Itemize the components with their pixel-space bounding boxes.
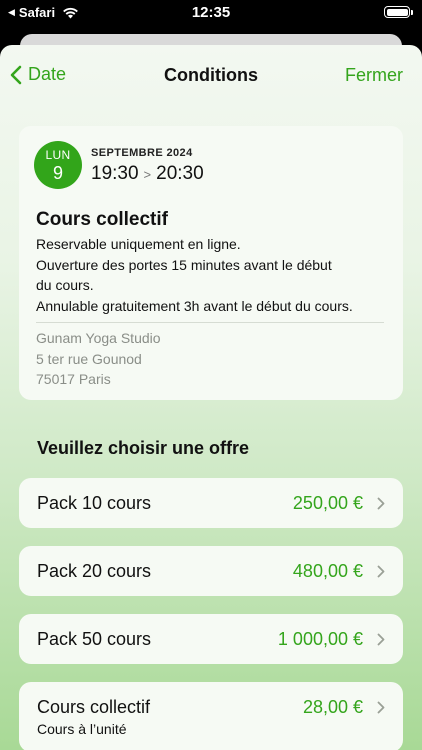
weekday-label: LUN <box>45 148 71 162</box>
offer-pack-10[interactable]: Pack 10 cours 250,00 € <box>19 478 403 528</box>
battery-icon <box>384 6 413 18</box>
address-street: 5 ter rue Gounod <box>36 350 142 367</box>
offer-price: 1 000,00 € <box>277 629 363 649</box>
status-bar: ◀ Safari 12:35 <box>0 0 422 32</box>
conditions-text: Reservable uniquement en ligne. Ouvertur… <box>36 234 396 316</box>
offer-price: 28,00 € <box>302 697 363 717</box>
time-range: 19:30 > 20:30 <box>91 163 204 185</box>
nav-bar: Date Conditions Fermer <box>0 45 422 109</box>
offer-price: 480,00 € <box>292 561 363 581</box>
month-label: SEPTEMBRE 2024 <box>91 147 193 159</box>
conditions-sheet: Date Conditions Fermer LUN 9 SEPTEMBRE 2… <box>0 45 422 750</box>
clock: 12:35 <box>191 4 231 21</box>
offers-heading: Veuillez choisir une offre <box>37 438 250 458</box>
offer-label: Cours collectif <box>37 697 151 717</box>
divider <box>36 322 384 323</box>
condition-line: Annulable gratuitement 3h avant le début… <box>36 297 353 314</box>
date-badge: LUN 9 <box>34 141 82 189</box>
offer-single-class[interactable]: Cours collectif 28,00 € Cours à l’unité <box>19 682 403 750</box>
condition-line: Ouverture des portes 15 minutes avant le… <box>36 256 332 273</box>
day-number: 9 <box>52 163 63 183</box>
chevron-right-icon <box>377 565 385 578</box>
offer-pack-50[interactable]: Pack 50 cours 1 000,00 € <box>19 614 403 664</box>
studio-address: Gunam Yoga Studio 5 ter rue Gounod 75017… <box>36 328 161 390</box>
course-title: Cours collectif <box>36 209 168 230</box>
condition-line: Reservable uniquement en ligne. <box>36 236 241 252</box>
chevron-right-icon <box>377 497 385 510</box>
chevron-right-icon <box>377 701 385 714</box>
offer-pack-20[interactable]: Pack 20 cours 480,00 € <box>19 546 403 596</box>
start-time: 19:30 <box>91 163 139 184</box>
chevron-right-small-icon: > <box>143 166 152 182</box>
condition-line: du cours. <box>36 277 94 293</box>
chevron-right-icon <box>377 633 385 646</box>
studio-name: Gunam Yoga Studio <box>36 330 161 346</box>
offer-label: Pack 10 cours <box>37 493 152 513</box>
offer-label: Pack 20 cours <box>37 561 152 581</box>
session-info-card: LUN 9 SEPTEMBRE 2024 19:30 > 20:30 Cours… <box>19 126 403 400</box>
address-city: 75017 Paris <box>36 371 111 387</box>
offer-price: 250,00 € <box>292 493 363 513</box>
close-button[interactable]: Fermer <box>345 65 403 86</box>
offer-subtitle: Cours à l’unité <box>37 721 127 737</box>
end-time: 20:30 <box>156 163 204 184</box>
offer-label: Pack 50 cours <box>37 629 152 649</box>
